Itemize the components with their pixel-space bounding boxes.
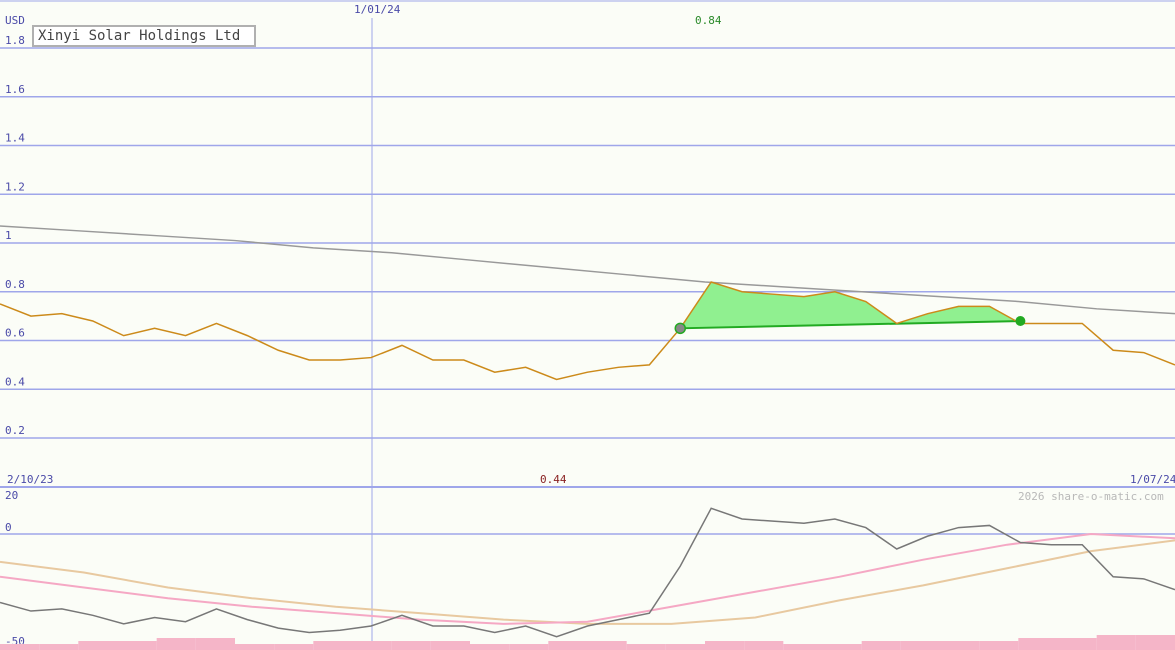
volume-bar (626, 644, 666, 650)
volume-bar (979, 641, 1019, 650)
y-tick-label: 1.6 (5, 83, 25, 96)
x-mid-label: 1/01/24 (354, 3, 401, 16)
y-tick-label: 1.4 (5, 132, 25, 145)
volume-bar (1018, 638, 1058, 650)
y-tick-label: 0.6 (5, 327, 25, 340)
volume-bar (39, 644, 79, 650)
volume-bar (665, 644, 705, 650)
volume-bar (940, 641, 980, 650)
volume-bar (274, 644, 314, 650)
chart-stage: 0.2 0.4 0.6 0.8 1 1.2 1.4 1.6 1.8 1/01/24 USD 2/10/… (0, 0, 1175, 650)
x-start-label: 2/10/23 (7, 473, 53, 486)
y-tick-label: 0.2 (5, 424, 25, 437)
volume-bar (900, 641, 940, 650)
highlight-end-dot (1015, 316, 1026, 326)
share-chart: 0.2 0.4 0.6 0.8 1 1.2 1.4 1.6 1.8 1/01/24 USD 2/10/… (0, 0, 1175, 650)
volume-bar (430, 641, 470, 650)
volume-bar (548, 641, 588, 650)
volume-bar (352, 641, 392, 650)
copyright-label: 2026 share-o-matic.com (1018, 490, 1164, 503)
volume-bar (587, 641, 627, 650)
volume-bar (861, 641, 901, 650)
min-value-label: 0.44 (540, 473, 567, 486)
volume-bar (0, 644, 40, 650)
y-tick-label: 1 (5, 229, 12, 242)
volume-bar (783, 644, 823, 650)
y-tick-label: 1.2 (5, 180, 25, 193)
currency-label: USD (5, 14, 25, 27)
y-tick-label: 1.8 (5, 34, 25, 47)
y-tick-label: 0.8 (5, 278, 25, 291)
y-tick-label: 0.4 (5, 375, 25, 388)
volume-bar (744, 641, 784, 650)
volume-bar (1135, 635, 1175, 650)
highlight-start-dot (674, 322, 687, 335)
volume-bar (822, 644, 862, 650)
oscillator-tick-label: 0 (5, 521, 12, 534)
chart-title: Xinyi Solar Holdings Ltd (32, 25, 256, 47)
volume-bar (235, 644, 275, 650)
volume-bar (1096, 635, 1136, 650)
volume-bar (156, 638, 196, 650)
volume-bar (313, 641, 353, 650)
volume-bar (391, 641, 431, 650)
oscillator-tick-label: 20 (5, 489, 18, 502)
max-value-label: 0.84 (695, 14, 722, 27)
x-end-label: 1/07/24 (1130, 473, 1175, 486)
volume-bar (78, 641, 118, 650)
volume-bar (1057, 638, 1097, 650)
volume-bar (195, 638, 235, 650)
volume-bar (705, 641, 745, 650)
volume-bar (117, 641, 157, 650)
volume-bar (509, 644, 549, 650)
volume-bar (470, 644, 510, 650)
